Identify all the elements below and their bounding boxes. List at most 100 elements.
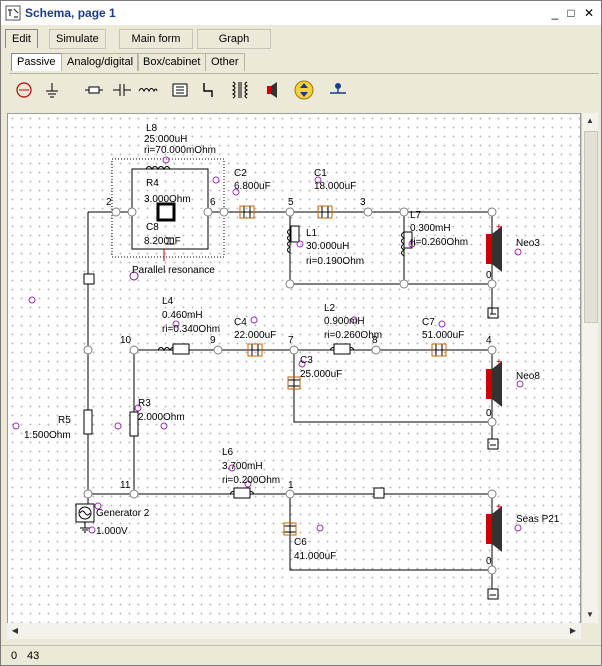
- vertical-scrollbar[interactable]: ▲ ▼: [581, 113, 598, 623]
- horizontal-scrollbar[interactable]: ◀ ▶: [7, 623, 581, 639]
- node-label: 0: [486, 556, 492, 567]
- speaker-neo8[interactable]: +: [486, 357, 502, 407]
- close-button[interactable]: ✕: [581, 6, 597, 20]
- wire-tool-icon[interactable]: [199, 79, 221, 101]
- schematic-canvas[interactable]: + + + L8 25.000uH ri=70.000mOhm R4 3.000…: [7, 113, 581, 625]
- speaker-neo3[interactable]: +: [486, 222, 502, 272]
- label-neo8: Neo8: [516, 371, 540, 382]
- tab-edit[interactable]: Edit: [5, 29, 38, 48]
- node-label: 11: [120, 480, 131, 491]
- box-tool-icon[interactable]: [169, 79, 191, 101]
- node-label: 4: [486, 335, 492, 346]
- title-bar: Schema, page 1 _ □ ✕: [1, 1, 601, 25]
- label-neo3: Neo3: [516, 238, 540, 249]
- label-L1: L1: [306, 228, 318, 239]
- generator-icon[interactable]: [75, 503, 95, 533]
- parallel-resonance-label: Parallel resonance: [132, 265, 215, 276]
- status-bar: 0 43: [1, 645, 601, 666]
- scroll-right-icon[interactable]: ▶: [565, 623, 581, 639]
- inductor-tool-icon[interactable]: [137, 79, 159, 101]
- scroll-down-icon[interactable]: ▼: [582, 607, 598, 623]
- resistor-circle-tool-icon[interactable]: [13, 79, 35, 101]
- label-L8: L8: [146, 123, 158, 134]
- status-left: 0: [11, 650, 18, 662]
- vertical-scroll-thumb[interactable]: [584, 131, 598, 323]
- subtab-analog-digital[interactable]: Analog/digital: [61, 53, 140, 71]
- svg-text:+: +: [496, 502, 502, 513]
- subtab-box-cabinet[interactable]: Box/cabinet: [137, 53, 207, 71]
- component-toolbar: [9, 73, 599, 106]
- probe-tool-icon[interactable]: [327, 79, 349, 101]
- ground-tool-icon[interactable]: [41, 79, 63, 101]
- ri-L7: ri=0.260Ohm: [410, 237, 468, 248]
- value-L4: 0.460mH: [162, 310, 203, 321]
- label-C1: C1: [314, 168, 327, 179]
- label-L4: L4: [162, 296, 174, 307]
- node-label: 7: [288, 335, 294, 346]
- schematic-window: Schema, page 1 _ □ ✕ Edit Simulate Main …: [0, 0, 602, 666]
- value-C4: 22.000uF: [234, 330, 276, 341]
- value-C3: 25.000uF: [300, 369, 342, 380]
- node-label: 10: [120, 335, 132, 346]
- label-C3: C3: [300, 355, 313, 366]
- flip-tool-icon[interactable]: [293, 79, 315, 101]
- label-generator: Generator 2: [96, 508, 150, 519]
- resistor-tool-icon[interactable]: [83, 79, 105, 101]
- value-L7: 0.300mH: [410, 223, 451, 234]
- node-label: 3: [360, 197, 366, 208]
- value-generator: 1.000V: [96, 526, 128, 537]
- label-C7: C7: [422, 317, 435, 328]
- node-label: 8: [372, 335, 378, 346]
- node-label: 6: [210, 197, 216, 208]
- ri-L1: ri=0.190Ohm: [306, 256, 364, 267]
- component-tabs: Passive Analog/digital Box/cabinet Other: [9, 51, 597, 73]
- value-R4: 3.000Ohm: [144, 194, 191, 205]
- value-C2: 6.800uF: [234, 181, 271, 192]
- minimize-button[interactable]: _: [547, 6, 563, 20]
- ri-L6: ri=0.200Ohm: [222, 475, 280, 486]
- value-R3: 2.000Ohm: [138, 412, 185, 423]
- svg-text:+: +: [496, 357, 502, 368]
- node-label: 0: [486, 408, 492, 419]
- label-C6: C6: [294, 537, 307, 548]
- label-C2: C2: [234, 168, 247, 179]
- node-label: 2: [106, 197, 112, 208]
- tab-simulate[interactable]: Simulate: [49, 29, 106, 49]
- value-R5: 1.500Ohm: [24, 430, 71, 441]
- schematic-drawing: + + + L8 25.000uH ri=70.000mOhm R4 3.000…: [12, 123, 560, 600]
- capacitor-tool-icon[interactable]: [111, 79, 133, 101]
- maximize-button[interactable]: □: [563, 6, 579, 20]
- scroll-up-icon[interactable]: ▲: [582, 113, 598, 129]
- speaker-seas-p21[interactable]: +: [486, 502, 502, 552]
- label-L2: L2: [324, 303, 336, 314]
- subtab-other[interactable]: Other: [205, 53, 245, 71]
- node-label: 0: [486, 270, 492, 281]
- value-L2: 0.900mH: [324, 316, 365, 327]
- label-C8: C8: [146, 222, 159, 233]
- speaker-tool-icon[interactable]: [261, 79, 283, 101]
- ri-L8: ri=70.000mOhm: [144, 145, 216, 156]
- main-tabs: Edit Simulate Main form Graph: [1, 27, 601, 49]
- node-label: 9: [210, 335, 216, 346]
- value-C1: 18.000uF: [314, 181, 356, 192]
- node-label: 1: [288, 480, 294, 491]
- svg-text:+: +: [496, 222, 502, 233]
- status-right: 43: [27, 650, 40, 662]
- transformer-tool-icon[interactable]: [229, 79, 251, 101]
- value-C6: 41.000uF: [294, 551, 336, 562]
- label-L6: L6: [222, 447, 234, 458]
- app-icon: [5, 5, 21, 21]
- label-C4: C4: [234, 317, 247, 328]
- label-R3: R3: [138, 398, 151, 409]
- node-label: 5: [288, 197, 294, 208]
- subtab-passive[interactable]: Passive: [11, 53, 62, 71]
- value-L8: 25.000uH: [144, 134, 187, 145]
- value-L1: 30.000uH: [306, 241, 349, 252]
- ri-L4: ri=0.340Ohm: [162, 324, 220, 335]
- value-C7: 51.000uF: [422, 330, 464, 341]
- tab-main-form[interactable]: Main form: [119, 29, 193, 49]
- label-L7: L7: [410, 210, 422, 221]
- label-seas-p21: Seas P21: [516, 514, 560, 525]
- tab-graph[interactable]: Graph: [197, 29, 271, 49]
- scroll-left-icon[interactable]: ◀: [7, 623, 23, 639]
